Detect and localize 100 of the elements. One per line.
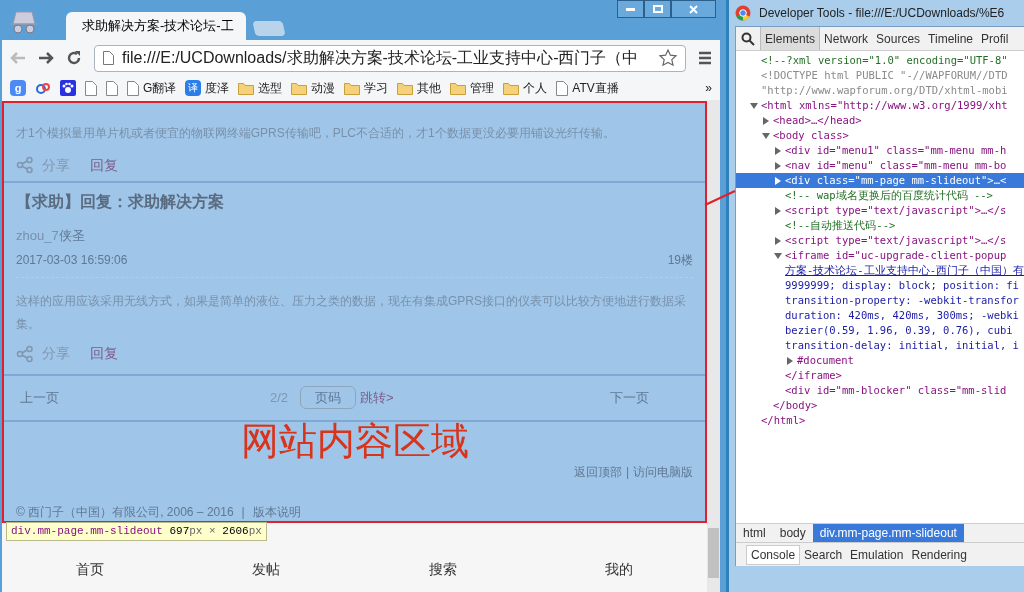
google-icon: g (10, 80, 26, 96)
bookmark-link[interactable]: 个人 (523, 79, 548, 97)
nav-tab[interactable]: 发帖 (178, 558, 355, 580)
folder-icon (238, 81, 255, 95)
more-bookmarks-button[interactable]: » (705, 79, 713, 97)
minimize-button[interactable] (617, 0, 645, 18)
collapsed-triangle-icon[interactable] (786, 356, 795, 365)
breadcrumb[interactable]: div.mm-page.mm-slideout (812, 524, 964, 542)
address-bar[interactable]: file:///E:/UCDownloads/求助解决方案-技术论坛-工业支持中心-西门子（中 (94, 44, 687, 72)
post-title: 【求助】回复：求助解决方案 (16, 192, 224, 212)
swirl-icon (35, 80, 51, 96)
close-icon (689, 4, 699, 14)
translate-icon: 译 (185, 80, 202, 96)
bookmark-link[interactable]: 度泽 (205, 79, 230, 97)
collapsed-triangle-icon[interactable] (774, 176, 783, 185)
star-icon[interactable] (659, 49, 678, 67)
folder-icon (291, 81, 308, 95)
url-link[interactable]: 方案-技术论坛-工业支持中心-西门子（中国）有 (785, 264, 1024, 276)
floor-number: 19楼 (667, 251, 694, 269)
dom-node[interactable]: <!--自动推送代码--> (736, 218, 1024, 233)
drawer-tab[interactable]: Rendering (907, 544, 971, 565)
annotation-text: 网站内容区域 (240, 422, 469, 461)
separator: | (241, 504, 245, 521)
page-icon (85, 80, 97, 96)
paw-icon (60, 80, 76, 96)
bookmark-link[interactable]: 其他 (417, 79, 442, 97)
panel-tab[interactable]: Elements (760, 27, 821, 50)
separator: | (625, 464, 630, 481)
dom-node[interactable]: <script type="text/javascript">…</s (736, 203, 1024, 218)
search-icon[interactable] (741, 31, 756, 46)
bookmark-link[interactable]: 动漫 (311, 79, 336, 97)
folder-icon (397, 81, 414, 95)
bookmark-link[interactable]: 管理 (470, 79, 495, 97)
inspect-tooltip: div.mm-page.mm-slideout 697px × 2606px (6, 522, 267, 541)
collapsed-triangle-icon[interactable] (774, 161, 783, 170)
drawer-tab[interactable]: Console (746, 544, 801, 565)
panel-tab[interactable]: Profil (977, 27, 1013, 50)
attribute-text: duration: 420ms, 420ms, 300ms; -webki (785, 309, 1019, 321)
attribute-text: 9999999; display: block; position: fi (785, 279, 1019, 291)
author-name: zhou_7 (16, 227, 59, 246)
dom-node[interactable]: <html xmlns="http://www.w3.org/1999/xht (736, 98, 1024, 113)
dom-node[interactable]: <head>…</head> (736, 113, 1024, 128)
page-icon (103, 51, 114, 65)
reload-icon[interactable] (66, 50, 82, 66)
forward-arrow-icon[interactable] (38, 50, 54, 66)
dom-node[interactable]: </iframe> (736, 368, 1024, 383)
maximize-button[interactable] (644, 0, 672, 18)
dom-node[interactable]: <!DOCTYPE html PUBLIC "-//WAPFORUM//DTD (736, 68, 1024, 83)
copyright-text: © 西门子（中国）有限公司, 2006 – 2016 (16, 504, 234, 521)
dom-node[interactable]: <div id="menu1" class="mm-menu mm-h (736, 143, 1024, 158)
dom-node[interactable]: <script type="text/javascript">…</s (736, 233, 1024, 248)
panel-tab[interactable]: Timeline (924, 27, 977, 50)
dom-node[interactable]: <!-- wap域名更换后的百度统计代码 --> (736, 188, 1024, 203)
breadcrumb[interactable]: body (772, 524, 813, 542)
drawer-tab[interactable]: Search (800, 544, 847, 565)
dom-node[interactable]: <div class="mm-page mm-slideout">…< (736, 173, 1024, 188)
drawer-tab[interactable]: Emulation (846, 544, 908, 565)
panel-tab[interactable]: Sources (872, 27, 925, 50)
panel-tab[interactable]: Network (820, 27, 873, 50)
bookmark-link[interactable]: ATV直播 (572, 79, 619, 97)
dom-node[interactable]: </body> (736, 398, 1024, 413)
expanded-triangle-icon[interactable] (774, 251, 783, 260)
collapsed-triangle-icon[interactable] (762, 116, 771, 125)
dom-node[interactable]: <nav id="menu" class="mm-menu mm-bo (736, 158, 1024, 173)
page-number-field[interactable]: 页码 (300, 386, 357, 410)
folder-icon (503, 81, 520, 95)
collapsed-triangle-icon[interactable] (774, 146, 783, 155)
bookmark-link[interactable]: G翻译 (143, 79, 177, 97)
expanded-triangle-icon[interactable] (762, 131, 771, 140)
page-icon (556, 80, 569, 96)
breadcrumb[interactable]: html (736, 524, 773, 542)
collapsed-triangle-icon[interactable] (774, 236, 783, 245)
nav-tab[interactable]: 首页 (2, 558, 179, 580)
dom-node[interactable]: <!--?xml version="1.0" encoding="UTF-8" (736, 53, 1024, 68)
menu-icon[interactable] (698, 51, 713, 65)
folder-icon (450, 81, 467, 95)
user-rank: 侠圣 (58, 227, 85, 246)
dom-node[interactable]: "http://www.wapforum.org/DTD/xhtml-mobi (736, 83, 1024, 98)
dom-node[interactable]: <iframe id="uc-upgrade-client-popup (736, 248, 1024, 263)
collapsed-triangle-icon[interactable] (774, 206, 783, 215)
page-icon (106, 80, 118, 96)
dom-node[interactable]: #document (736, 353, 1024, 368)
attribute-text: transition-property: -webkit-transfor (785, 294, 1019, 306)
scrollbar[interactable] (707, 100, 721, 592)
dom-node[interactable]: <div id="mm-blocker" class="mm-slid (736, 383, 1024, 398)
attribute-text: transition-delay: initial, initial, i (785, 339, 1019, 351)
window-title: Developer Tools - file:///E:/UCDownloads/%E6 (759, 5, 1005, 22)
page-icon (127, 80, 139, 96)
bookmark-link[interactable]: 学习 (364, 79, 389, 97)
chrome-logo-icon (735, 5, 752, 21)
dom-node[interactable]: </html> (736, 413, 1024, 428)
nav-tab[interactable]: 我的 (530, 558, 708, 580)
nav-tab[interactable]: 搜索 (354, 558, 531, 580)
page-count: 2/2 (270, 389, 289, 408)
expanded-triangle-icon[interactable] (750, 101, 759, 110)
bookmark-link[interactable]: 选型 (258, 79, 283, 97)
folder-icon (344, 81, 361, 95)
close-button[interactable] (671, 0, 717, 18)
dom-node[interactable]: <body class> (736, 128, 1024, 143)
browser-tab[interactable]: 求助解决方案-技术论坛-工 (66, 12, 246, 40)
